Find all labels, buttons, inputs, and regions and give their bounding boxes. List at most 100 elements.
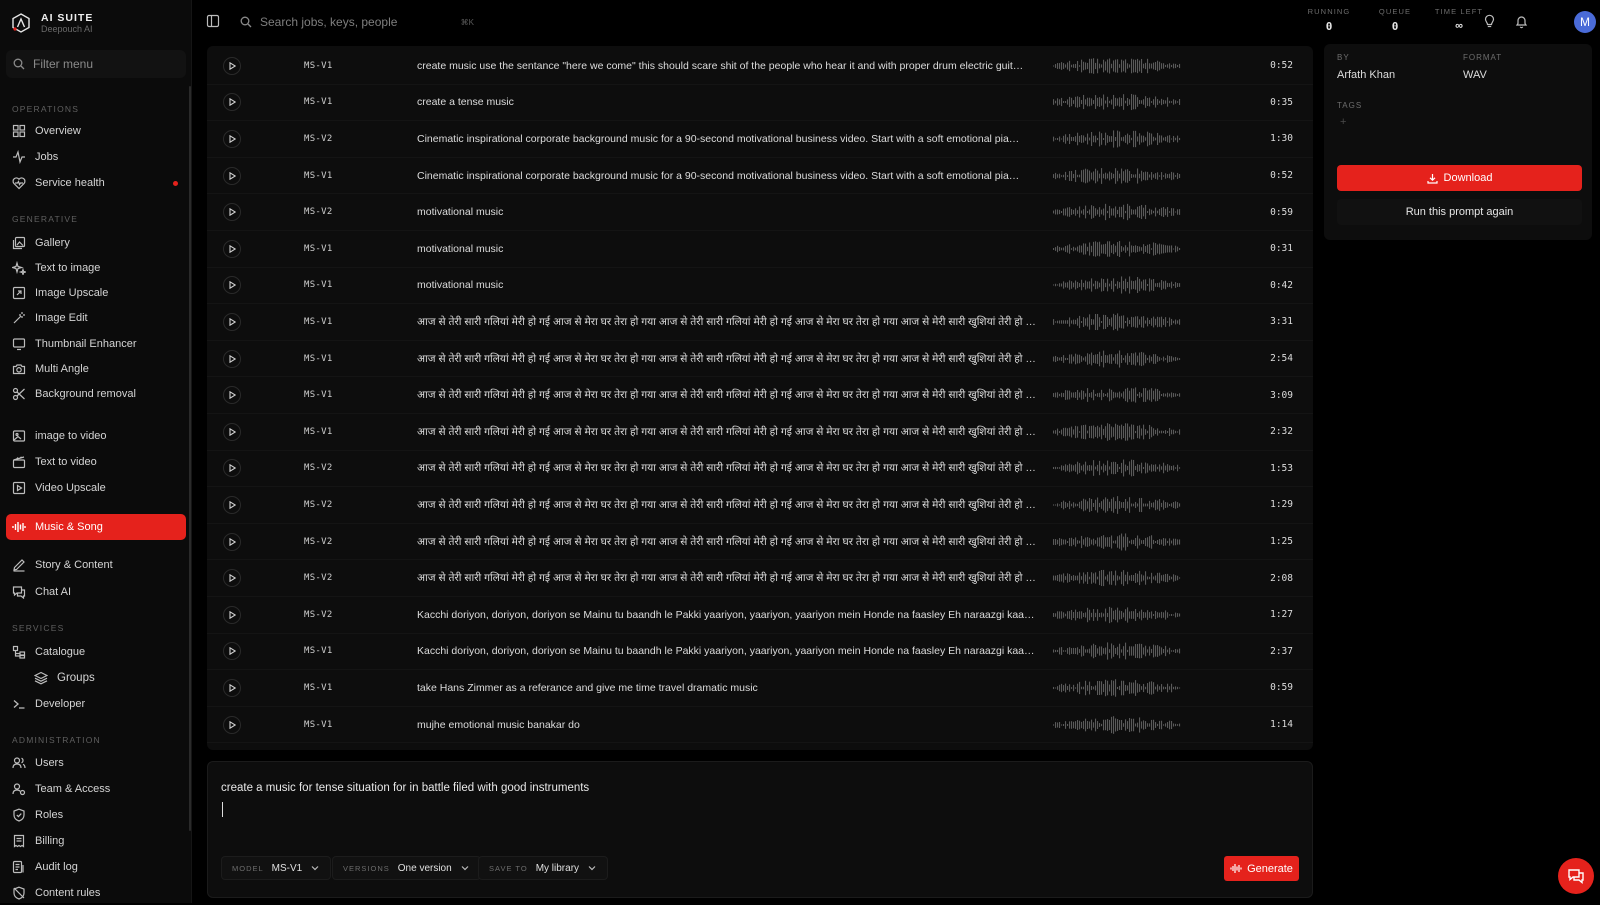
sidebar-item-content-rules[interactable]: Content rules xyxy=(6,881,186,905)
play-button[interactable] xyxy=(223,56,241,75)
play-button[interactable] xyxy=(223,569,241,588)
play-button[interactable] xyxy=(223,386,241,405)
track-waveform[interactable] xyxy=(1052,421,1182,443)
track-row[interactable]: MS-V2 आज से तेरी सारी गलियां मेरी हो गई आ… xyxy=(207,451,1313,488)
sidebar-item-chat-ai[interactable]: Chat AI xyxy=(6,580,186,604)
sidebar-toggle-icon[interactable] xyxy=(206,14,220,28)
track-row[interactable]: MS-V2 Kacchi doriyon, doriyon, doriyon se… xyxy=(207,597,1313,634)
sidebar-scrollbar[interactable] xyxy=(189,86,191,831)
track-waveform[interactable] xyxy=(1052,238,1182,260)
track-row[interactable]: MS-V1 create a tense music 0:35 xyxy=(207,85,1313,122)
brand[interactable]: AI SUITE Deepouch AI xyxy=(10,9,93,37)
add-tag-button[interactable]: + xyxy=(1340,116,1346,128)
play-button[interactable] xyxy=(223,129,241,148)
sidebar-item-thumbnail-enhancer[interactable]: Thumbnail Enhancer xyxy=(6,332,186,356)
sidebar-item-audit-log[interactable]: Audit log xyxy=(6,855,186,879)
sidebar-item-video-upscale[interactable]: Video Upscale xyxy=(6,476,186,500)
track-row[interactable]: MS-V1 Cinematic inspirational corporate b… xyxy=(207,158,1313,195)
track-row[interactable]: MS-V1 motivational music 0:31 xyxy=(207,231,1313,268)
play-button[interactable] xyxy=(223,642,241,661)
track-waveform[interactable] xyxy=(1052,311,1182,333)
track-row[interactable]: MS-V1 create music use the sentance "here… xyxy=(207,48,1313,85)
track-row[interactable]: MS-V2 आज से तेरी सारी गलियां मेरी हो गई आ… xyxy=(207,524,1313,561)
play-button[interactable] xyxy=(223,203,241,222)
play-button[interactable] xyxy=(223,93,241,112)
sidebar-item-groups[interactable]: Groups xyxy=(28,666,178,690)
track-waveform[interactable] xyxy=(1052,55,1182,77)
track-duration: 1:14 xyxy=(1270,719,1293,731)
track-row[interactable]: MS-V1 take Hans Zimmer as a referance and… xyxy=(207,670,1313,707)
track-row[interactable]: MS-V1 आज से तेरी सारी गलियां मेरी हो गई आ… xyxy=(207,341,1313,378)
track-waveform[interactable] xyxy=(1052,128,1182,150)
track-waveform[interactable] xyxy=(1052,201,1182,223)
sidebar-item-overview[interactable]: Overview xyxy=(6,119,186,143)
track-row[interactable]: MS-V2 आज से तेरी सारी गलियां मेरी हो गई आ… xyxy=(207,560,1313,597)
filter-menu-input[interactable]: Filter menu xyxy=(6,50,186,78)
track-row[interactable]: MS-V1 आज से तेरी सारी गलियां मेरी हो गई आ… xyxy=(207,377,1313,414)
download-button[interactable]: Download xyxy=(1337,165,1582,191)
generate-button[interactable]: Generate xyxy=(1224,856,1299,881)
track-row[interactable]: MS-V1 आज से तेरी सारी गलियां मेरी हो गई आ… xyxy=(207,304,1313,341)
global-search-input[interactable]: Search jobs, keys, people ⌘K xyxy=(240,8,480,36)
sidebar-item-roles[interactable]: Roles xyxy=(6,803,186,827)
bell-icon[interactable] xyxy=(1514,14,1529,29)
track-waveform[interactable] xyxy=(1052,165,1182,187)
avatar[interactable]: M xyxy=(1574,11,1596,33)
track-row[interactable]: MS-V2 Cinematic inspirational corporate b… xyxy=(207,121,1313,158)
sidebar-item-gallery[interactable]: Gallery xyxy=(6,231,186,255)
sidebar-item-service-health[interactable]: Service health xyxy=(6,171,186,195)
sidebar-item-text-to-image[interactable]: Text to image xyxy=(6,256,186,280)
sidebar-item-multi-angle[interactable]: Multi Angle xyxy=(6,357,186,381)
save-to-select[interactable]: SAVE TO My library xyxy=(478,856,609,880)
sidebar-item-image-upscale[interactable]: Image Upscale xyxy=(6,281,186,305)
run-prompt-again-button[interactable]: Run this prompt again xyxy=(1337,199,1582,225)
track-waveform[interactable] xyxy=(1052,348,1182,370)
track-waveform[interactable] xyxy=(1052,714,1182,736)
track-waveform[interactable] xyxy=(1052,604,1182,626)
track-waveform[interactable] xyxy=(1052,91,1182,113)
sidebar-item-developer[interactable]: Developer xyxy=(6,692,186,716)
track-row[interactable]: MS-V2 motivational music 0:59 xyxy=(207,194,1313,231)
track-waveform[interactable] xyxy=(1052,384,1182,406)
play-button[interactable] xyxy=(223,605,241,624)
lightbulb-icon[interactable] xyxy=(1482,14,1497,29)
track-row[interactable]: MS-V1 mujhe emotional music banakar do 1:1… xyxy=(207,707,1313,744)
prompt-textarea[interactable]: create a music for tense situation for i… xyxy=(221,782,589,794)
sidebar-item-background-removal[interactable]: Background removal xyxy=(6,382,186,406)
track-waveform[interactable] xyxy=(1052,494,1182,516)
track-row[interactable]: MS-V1 motivational music 0:42 xyxy=(207,268,1313,305)
sidebar-item-story-content[interactable]: Story & Content xyxy=(6,553,186,577)
play-button[interactable] xyxy=(223,239,241,258)
track-row[interactable]: MS-V1 आज से तेरी सारी गलियां मेरी हो गई आ… xyxy=(207,414,1313,451)
play-button[interactable] xyxy=(223,459,241,478)
sidebar-item-text-to-video[interactable]: Text to video xyxy=(6,450,186,474)
play-button[interactable] xyxy=(223,532,241,551)
play-button[interactable] xyxy=(223,422,241,441)
sidebar-item-image-to-video[interactable]: image to video xyxy=(6,424,186,448)
sidebar-item-music-song[interactable]: Music & Song xyxy=(6,514,186,540)
sidebar-item-catalogue[interactable]: Catalogue xyxy=(6,640,186,664)
sidebar-item-jobs[interactable]: Jobs xyxy=(6,145,186,169)
model-select[interactable]: MODEL MS-V1 xyxy=(221,856,332,880)
play-button[interactable] xyxy=(223,715,241,734)
track-row[interactable]: MS-V1 Kacchi doriyon, doriyon, doriyon se… xyxy=(207,634,1313,671)
play-button[interactable] xyxy=(223,166,241,185)
sidebar-item-users[interactable]: Users xyxy=(6,751,186,775)
track-waveform[interactable] xyxy=(1052,640,1182,662)
track-waveform[interactable] xyxy=(1052,457,1182,479)
track-waveform[interactable] xyxy=(1052,531,1182,553)
support-chat-button[interactable] xyxy=(1558,858,1594,894)
play-button[interactable] xyxy=(223,349,241,368)
play-button[interactable] xyxy=(223,678,241,697)
play-button[interactable] xyxy=(223,495,241,514)
play-button[interactable] xyxy=(223,276,241,295)
track-waveform[interactable] xyxy=(1052,567,1182,589)
track-waveform[interactable] xyxy=(1052,274,1182,296)
versions-select[interactable]: VERSIONS One version xyxy=(332,856,481,880)
track-waveform[interactable] xyxy=(1052,677,1182,699)
sidebar-item-team-access[interactable]: Team & Access xyxy=(6,777,186,801)
play-button[interactable] xyxy=(223,312,241,331)
sidebar-item-image-edit[interactable]: Image Edit xyxy=(6,306,186,330)
sidebar-item-billing[interactable]: Billing xyxy=(6,829,186,853)
track-row[interactable]: MS-V2 आज से तेरी सारी गलियां मेरी हो गई आ… xyxy=(207,487,1313,524)
